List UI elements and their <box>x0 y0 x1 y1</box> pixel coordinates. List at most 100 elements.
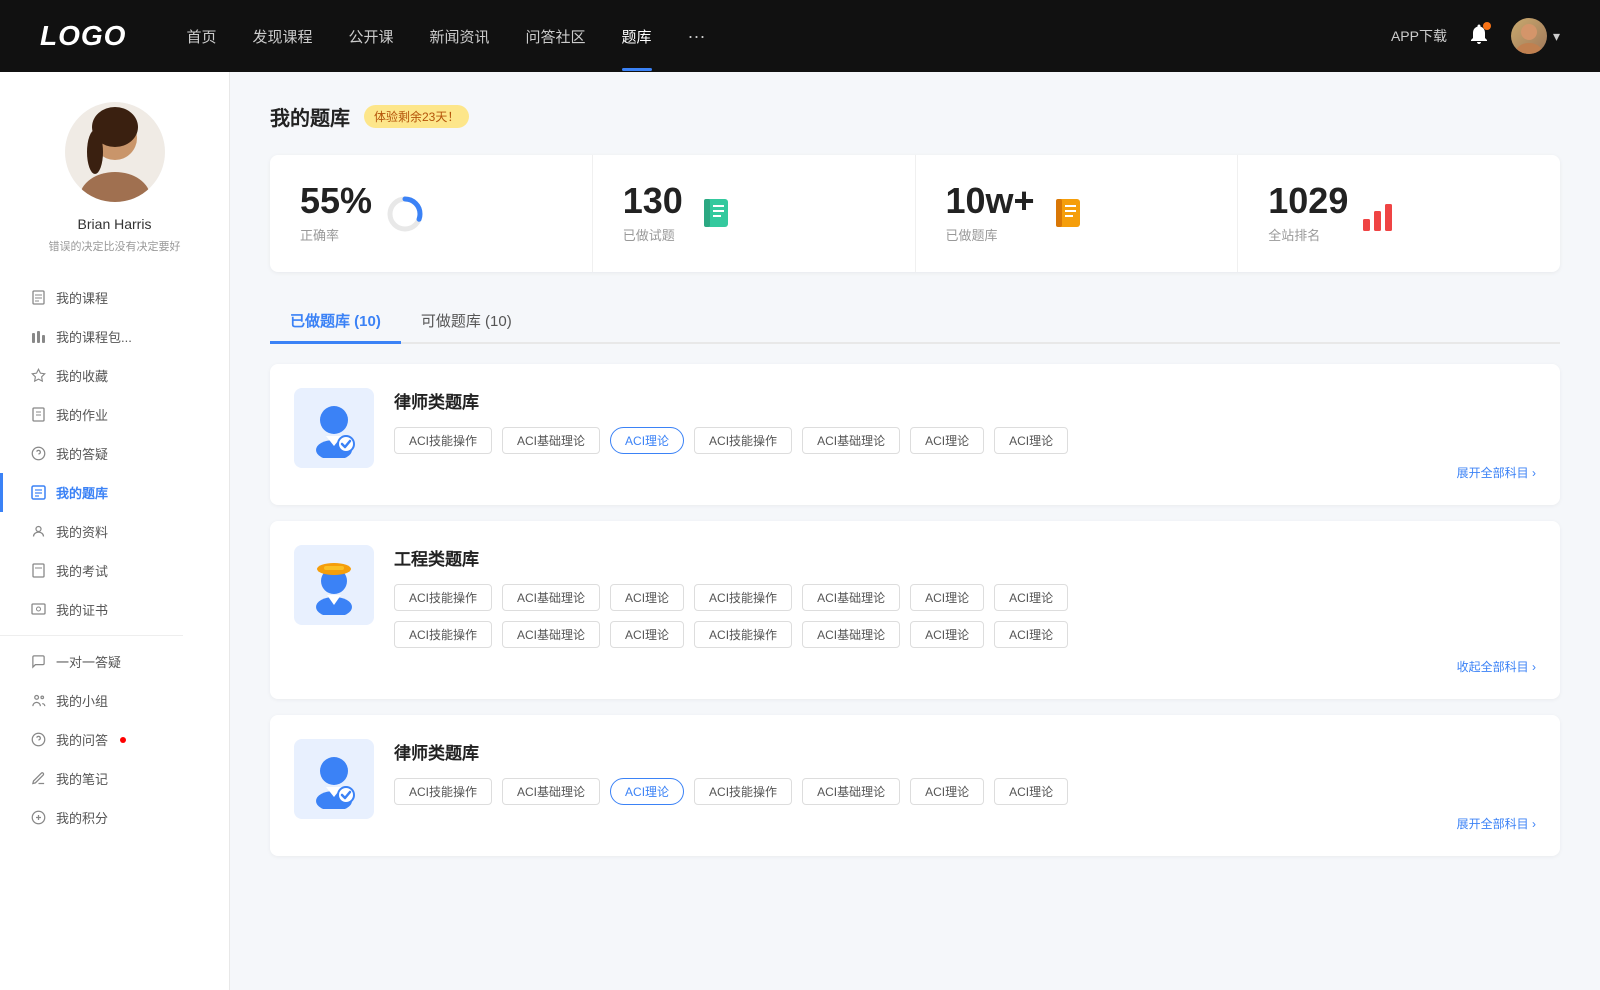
done-questions-label: 已做试题 <box>623 225 683 244</box>
sidebar-item-profile[interactable]: 我的资料 <box>0 512 229 551</box>
profile-icon <box>30 524 46 540</box>
notification-bell[interactable] <box>1467 22 1491 51</box>
expand-link-lawyer-1[interactable]: 展开全部科目 › <box>394 464 1536 481</box>
sidebar-menu: 我的课程 我的课程包... 我的收藏 我的作业 <box>0 278 229 837</box>
tag-active[interactable]: ACI理论 <box>610 427 684 454</box>
sidebar-item-certificate[interactable]: 我的证书 <box>0 590 229 629</box>
sidebar-item-exam[interactable]: 我的考试 <box>0 551 229 590</box>
tag[interactable]: ACI理论 <box>994 427 1068 454</box>
user-dropdown-arrow[interactable]: ▾ <box>1553 28 1560 45</box>
exam-icon <box>30 563 46 579</box>
sidebar-item-label: 我的证书 <box>56 600 108 619</box>
sidebar-item-quiz-bank[interactable]: 我的题库 <box>0 473 229 512</box>
main-content: 我的题库 体验剩余23天！ 55% 正确率 <box>230 72 1600 990</box>
sidebar-item-label: 我的积分 <box>56 808 108 827</box>
tag[interactable]: ACI基础理论 <box>802 621 900 648</box>
tag[interactable]: ACI理论 <box>994 621 1068 648</box>
collapse-link-engineer[interactable]: 收起全部科目 › <box>394 658 1536 675</box>
tag[interactable]: ACI基础理论 <box>502 621 600 648</box>
stat-done-questions: 130 已做试题 <box>593 155 916 272</box>
sidebar-item-one-on-one[interactable]: 一对一答疑 <box>0 642 229 681</box>
avatar-img <box>1511 18 1547 54</box>
category-name-engineer: 工程类题库 <box>394 545 1536 570</box>
trial-badge: 体验剩余23天！ <box>364 105 469 128</box>
nav-home[interactable]: 首页 <box>186 26 216 47</box>
tag[interactable]: ACI基础理论 <box>502 778 600 805</box>
sidebar-item-label: 我的考试 <box>56 561 108 580</box>
sidebar-item-label: 我的小组 <box>56 691 108 710</box>
tag[interactable]: ACI理论 <box>994 584 1068 611</box>
tag[interactable]: ACI技能操作 <box>694 621 792 648</box>
sidebar-item-my-courses[interactable]: 我的课程 <box>0 278 229 317</box>
sidebar-item-group[interactable]: 我的小组 <box>0 681 229 720</box>
expand-link-lawyer-2[interactable]: 展开全部科目 › <box>394 815 1536 832</box>
quiz-bank-icon <box>30 485 46 501</box>
tag-active[interactable]: ACI理论 <box>610 778 684 805</box>
tag[interactable]: ACI技能操作 <box>394 427 492 454</box>
tag[interactable]: ACI技能操作 <box>394 778 492 805</box>
sidebar-item-label: 我的课程 <box>56 288 108 307</box>
tab-todo-banks[interactable]: 可做题库 (10) <box>401 300 532 344</box>
accuracy-number: 55% <box>300 183 372 219</box>
tag[interactable]: ACI基础理论 <box>802 584 900 611</box>
done-banks-number: 10w+ <box>946 183 1035 219</box>
rank-label: 全站排名 <box>1268 225 1348 244</box>
user-avatar-header[interactable]: ▾ <box>1511 18 1560 54</box>
category-name-lawyer-2: 律师类题库 <box>394 739 1536 764</box>
tag[interactable]: ACI技能操作 <box>694 778 792 805</box>
header-right: APP下载 ▾ <box>1391 18 1560 54</box>
sidebar-item-label: 我的答疑 <box>56 444 108 463</box>
tag[interactable]: ACI基础理论 <box>502 584 600 611</box>
sidebar-item-notes[interactable]: 我的笔记 <box>0 759 229 798</box>
tag[interactable]: ACI理论 <box>610 621 684 648</box>
sidebar-item-questions[interactable]: 我的答疑 <box>0 434 229 473</box>
nav-open[interactable]: 公开课 <box>348 26 393 47</box>
sidebar-item-my-qa[interactable]: 我的问答 <box>0 720 229 759</box>
tag[interactable]: ACI理论 <box>610 584 684 611</box>
sidebar-item-label: 我的题库 <box>56 483 108 502</box>
tag[interactable]: ACI技能操作 <box>694 584 792 611</box>
header: LOGO 首页 发现课程 公开课 新闻资讯 问答社区 题库 ··· APP下载 … <box>0 0 1600 72</box>
tag[interactable]: ACI理论 <box>910 778 984 805</box>
sidebar-item-label: 我的笔记 <box>56 769 108 788</box>
app-download-btn[interactable]: APP下载 <box>1391 26 1447 46</box>
sidebar-item-homework[interactable]: 我的作业 <box>0 395 229 434</box>
tags-row-lawyer-1: ACI技能操作 ACI基础理论 ACI理论 ACI技能操作 ACI基础理论 AC… <box>394 427 1536 454</box>
certificate-icon <box>30 602 46 618</box>
rank-number: 1029 <box>1268 183 1348 219</box>
done-questions-number: 130 <box>623 183 683 219</box>
tag[interactable]: ACI技能操作 <box>394 621 492 648</box>
category-card-lawyer-1: 律师类题库 ACI技能操作 ACI基础理论 ACI理论 ACI技能操作 ACI基… <box>270 364 1560 505</box>
nav-more[interactable]: ··· <box>688 26 706 47</box>
points-icon <box>30 810 46 826</box>
tag[interactable]: ACI技能操作 <box>694 427 792 454</box>
tag[interactable]: ACI基础理论 <box>502 427 600 454</box>
tag[interactable]: ACI技能操作 <box>394 584 492 611</box>
favorites-icon <box>30 368 46 384</box>
tag[interactable]: ACI理论 <box>910 621 984 648</box>
tag[interactable]: ACI理论 <box>994 778 1068 805</box>
sidebar-item-points[interactable]: 我的积分 <box>0 798 229 837</box>
category-card-engineer: 工程类题库 ACI技能操作 ACI基础理论 ACI理论 ACI技能操作 ACI基… <box>270 521 1560 699</box>
nav-qa[interactable]: 问答社区 <box>526 26 586 47</box>
sidebar-item-label: 我的课程包... <box>56 327 132 346</box>
orange-book-icon-wrap <box>1049 195 1087 233</box>
nav-news[interactable]: 新闻资讯 <box>430 26 490 47</box>
nav-quiz[interactable]: 题库 <box>622 26 652 47</box>
course-packages-icon <box>30 329 46 345</box>
tab-done-banks[interactable]: 已做题库 (10) <box>270 300 401 344</box>
nav-discover[interactable]: 发现课程 <box>252 26 312 47</box>
tag[interactable]: ACI基础理论 <box>802 427 900 454</box>
tag[interactable]: ACI基础理论 <box>802 778 900 805</box>
notes-icon <box>30 771 46 787</box>
sidebar-item-course-packages[interactable]: 我的课程包... <box>0 317 229 356</box>
user-name: Brian Harris <box>78 216 152 232</box>
stat-done-banks: 10w+ 已做题库 <box>916 155 1239 272</box>
page-header: 我的题库 体验剩余23天！ <box>270 102 1560 131</box>
sidebar-item-favorites[interactable]: 我的收藏 <box>0 356 229 395</box>
tag[interactable]: ACI理论 <box>910 427 984 454</box>
sidebar-item-label: 我的资料 <box>56 522 108 541</box>
stats-row: 55% 正确率 130 已做试题 <box>270 155 1560 272</box>
tag[interactable]: ACI理论 <box>910 584 984 611</box>
user-avatar-sidebar <box>65 102 165 202</box>
